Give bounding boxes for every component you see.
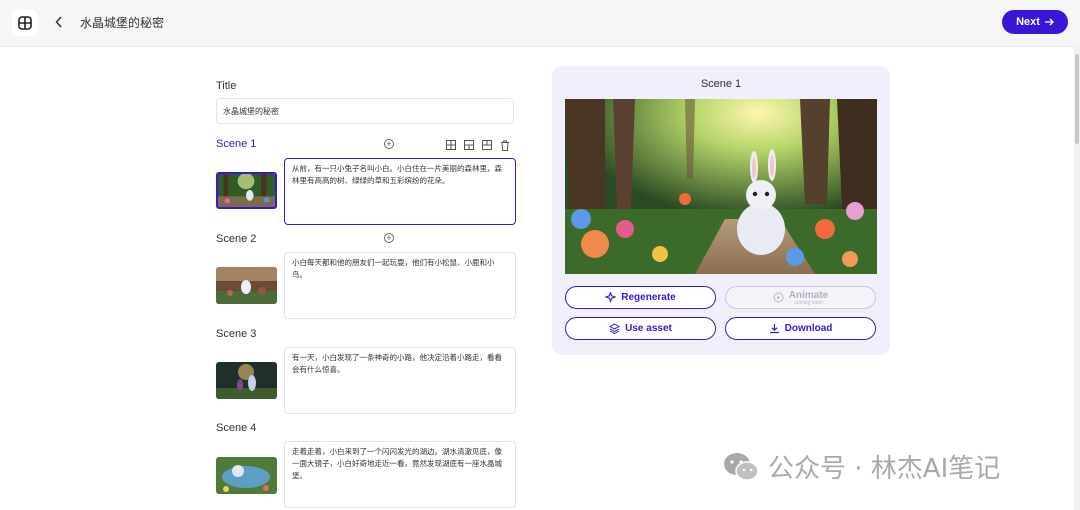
scene-preview-image <box>565 99 877 274</box>
coming-soon-note: coming soon <box>794 299 823 306</box>
scene-1-thumbnail[interactable] <box>216 172 277 209</box>
scene-4-thumbnail[interactable] <box>216 457 277 494</box>
animate-button[interactable]: Animate coming soon <box>725 286 876 309</box>
scene-1-text[interactable]: 从前，有一只小兔子名叫小白。小白住在一片美丽的森林里，森林里有高高的树、绿绿的草… <box>284 158 516 225</box>
scene-3-text[interactable]: 有一天，小白发现了一条神奇的小路，他决定沿着小路走，看看会有什么惊喜。 <box>284 347 516 414</box>
layout-grid-icon[interactable] <box>445 139 457 151</box>
split-horizontal-icon[interactable] <box>463 139 475 151</box>
title-label: Title <box>216 80 237 92</box>
next-button[interactable]: Next <box>1002 10 1068 34</box>
scene-label-2[interactable]: Scene 2 <box>216 233 256 245</box>
scene-label-4[interactable]: Scene 4 <box>216 422 256 434</box>
chevron-left-icon[interactable] <box>52 12 66 32</box>
scrollbar-thumb[interactable] <box>1075 54 1079 144</box>
download-icon <box>769 324 779 334</box>
add-scene-icon[interactable]: + <box>384 139 394 149</box>
top-bar: 水晶城堡的秘密 Next <box>0 0 1080 47</box>
sparkle-icon <box>605 292 617 303</box>
wechat-icon <box>724 452 759 481</box>
scene-4-text[interactable]: 走着走着，小白来到了一个闪闪发光的湖边。湖水清澈见底，像一面大镜子，小白好奇地走… <box>284 441 516 508</box>
preview-panel: Scene 1 Regenerate Animate coming soon U… <box>552 66 890 355</box>
download-button[interactable]: Download <box>725 317 876 340</box>
regenerate-button[interactable]: Regenerate <box>565 286 716 309</box>
next-button-label: Next <box>1016 16 1040 28</box>
add-scene-icon[interactable]: + <box>384 233 394 243</box>
scene-2-thumbnail[interactable] <box>216 267 277 304</box>
scene-label-1[interactable]: Scene 1 <box>216 138 256 150</box>
download-label: Download <box>784 323 833 334</box>
split-vertical-icon[interactable] <box>481 139 493 151</box>
app-logo-icon[interactable] <box>12 10 38 36</box>
layers-icon <box>609 323 621 334</box>
watermark-text: 公众号 · 林杰AI笔记 <box>768 454 1001 484</box>
scene-label-3[interactable]: Scene 3 <box>216 328 256 340</box>
animate-icon <box>773 292 784 303</box>
title-input[interactable] <box>216 98 514 124</box>
arrow-right-icon <box>1044 18 1054 26</box>
regenerate-label: Regenerate <box>621 292 676 303</box>
use-asset-button[interactable]: Use asset <box>565 317 716 340</box>
page-title: 水晶城堡的秘密 <box>80 16 165 30</box>
watermark: 公众号 · 林杰AI笔记 <box>722 448 1000 485</box>
scrollbar[interactable] <box>1074 46 1080 510</box>
scene-3-thumbnail[interactable] <box>216 362 277 399</box>
trash-icon[interactable] <box>499 139 511 151</box>
scene-2-text[interactable]: 小白每天都和他的朋友们一起玩耍，他们有小松鼠、小鹿和小鸟。 <box>284 252 516 319</box>
use-asset-label: Use asset <box>625 323 672 334</box>
preview-title: Scene 1 <box>700 78 742 90</box>
animate-label: Animate <box>788 289 829 301</box>
